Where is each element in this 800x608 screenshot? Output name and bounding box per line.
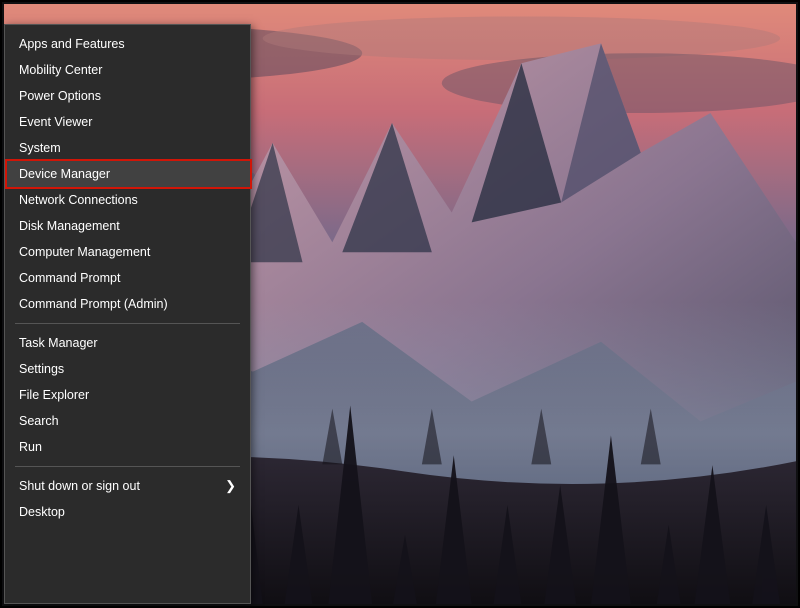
menu-item-shut-down-or-sign-out[interactable]: Shut down or sign out❯ (5, 473, 250, 499)
menu-item-label: Desktop (19, 505, 236, 519)
menu-item-desktop[interactable]: Desktop (5, 499, 250, 525)
menu-item-command-prompt[interactable]: Command Prompt (5, 265, 250, 291)
chevron-right-icon: ❯ (225, 478, 236, 494)
menu-item-label: Device Manager (19, 167, 236, 181)
menu-item-label: Settings (19, 362, 236, 376)
menu-item-apps-and-features[interactable]: Apps and Features (5, 31, 250, 57)
menu-item-device-manager[interactable]: Device Manager (5, 161, 250, 187)
menu-item-computer-management[interactable]: Computer Management (5, 239, 250, 265)
menu-item-mobility-center[interactable]: Mobility Center (5, 57, 250, 83)
menu-group: Task Manager Settings File Explorer Search R… (5, 324, 250, 466)
menu-item-label: Command Prompt (Admin) (19, 297, 236, 311)
menu-item-command-prompt-admin[interactable]: Command Prompt (Admin) (5, 291, 250, 317)
menu-item-label: Command Prompt (19, 271, 236, 285)
menu-item-disk-management[interactable]: Disk Management (5, 213, 250, 239)
menu-item-search[interactable]: Search (5, 408, 250, 434)
menu-item-label: File Explorer (19, 388, 236, 402)
menu-item-label: Apps and Features (19, 37, 236, 51)
menu-item-task-manager[interactable]: Task Manager (5, 330, 250, 356)
menu-item-label: Power Options (19, 89, 236, 103)
menu-item-label: Computer Management (19, 245, 236, 259)
menu-item-power-options[interactable]: Power Options (5, 83, 250, 109)
screenshot-frame: Apps and Features Mobility Center Power Op… (0, 0, 800, 608)
menu-item-network-connections[interactable]: Network Connections (5, 187, 250, 213)
menu-item-label: Event Viewer (19, 115, 236, 129)
menu-item-run[interactable]: Run (5, 434, 250, 460)
menu-item-label: System (19, 141, 236, 155)
menu-item-label: Mobility Center (19, 63, 236, 77)
menu-item-label: Shut down or sign out (19, 479, 225, 493)
menu-item-event-viewer[interactable]: Event Viewer (5, 109, 250, 135)
menu-item-label: Run (19, 440, 236, 454)
menu-item-settings[interactable]: Settings (5, 356, 250, 382)
menu-group: Shut down or sign out❯ Desktop (5, 467, 250, 531)
menu-item-label: Network Connections (19, 193, 236, 207)
menu-group: Apps and Features Mobility Center Power Op… (5, 25, 250, 323)
winx-context-menu: Apps and Features Mobility Center Power Op… (4, 24, 251, 604)
menu-item-system[interactable]: System (5, 135, 250, 161)
menu-item-label: Task Manager (19, 336, 236, 350)
menu-item-label: Disk Management (19, 219, 236, 233)
menu-item-file-explorer[interactable]: File Explorer (5, 382, 250, 408)
menu-item-label: Search (19, 414, 236, 428)
